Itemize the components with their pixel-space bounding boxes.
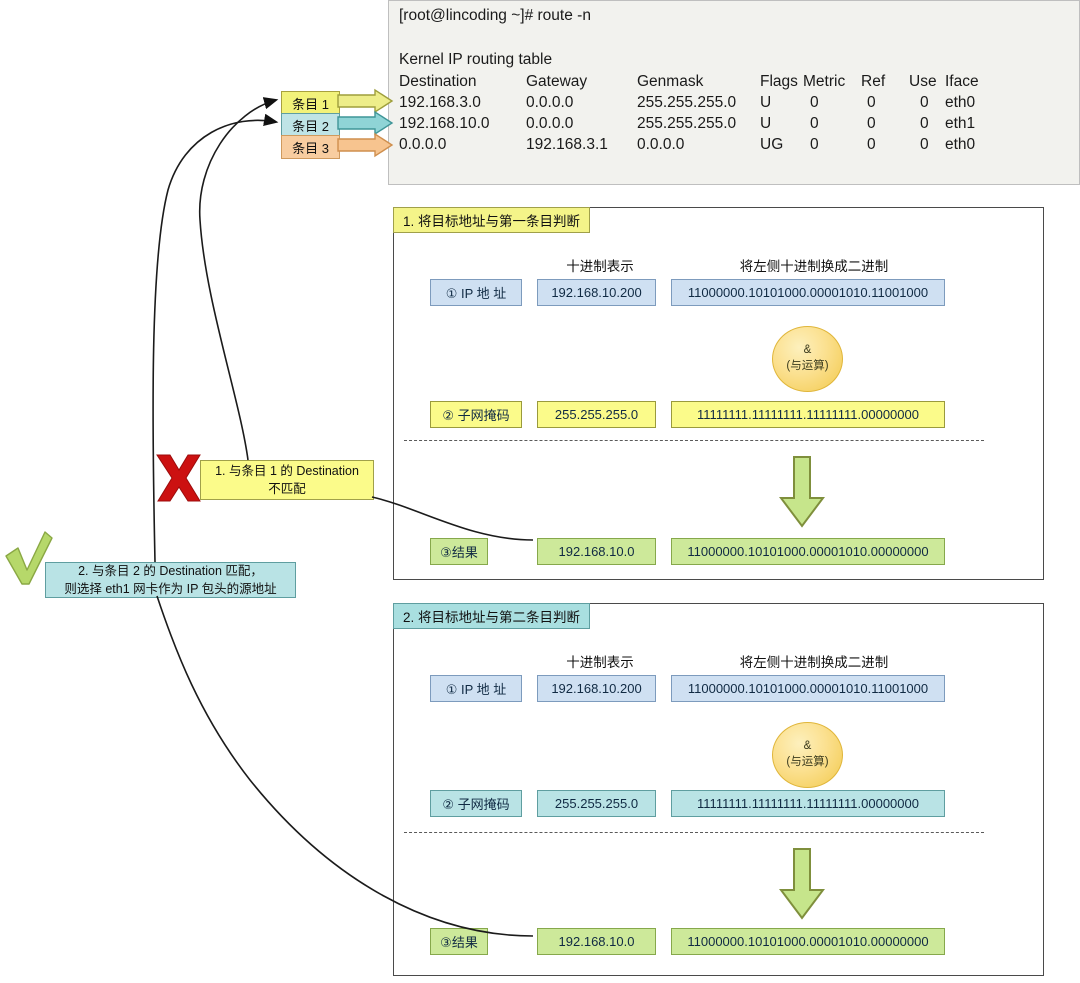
panel2-and-symbol: & [803,740,812,753]
cell-flags: U [760,115,772,132]
panel1-row2-binary: 11111111.11111111.11111111.00000000 [671,401,945,428]
route-entry-group: 条目 1 条目 2 条目 3 [281,91,340,159]
cell-use: 0 [920,136,929,153]
cell-gateway: 192.168.3.1 [526,136,608,153]
cell-iface: eth0 [945,136,976,153]
panel2-down-arrow [779,848,825,920]
cell-destination: 192.168.10.0 [399,115,490,132]
cell-metric: 0 [810,136,819,153]
panel2-row3-binary: 11000000.10101000.00001010.00000000 [671,928,945,955]
panel1-divider [404,440,984,441]
panel1-row3-decimal: 192.168.10.0 [537,538,656,565]
panel1-down-arrow [779,456,825,528]
panel1-col-binary-header: 将左侧十进制换成二进制 [739,259,889,274]
note-mismatch-line2: 不匹配 [268,482,306,496]
entry-arrow-1 [337,88,394,114]
cell-genmask: 255.255.255.0 [637,115,737,132]
panel-second-entry-check: 2. 将目标地址与第二条目判断 十进制表示 将左侧十进制换成二进制 ① IP 地… [393,603,1044,976]
col-ref: Ref [861,73,886,90]
col-iface: Iface [945,73,979,90]
table-row: 0.0.0.0 192.168.3.1 0.0.0.0 UG 0 0 0 eth… [399,136,1071,157]
table-row: 192.168.10.0 0.0.0.0 255.255.255.0 U 0 0… [399,115,1071,136]
cell-ref: 0 [867,136,876,153]
panel2-row2-label: ② 子网掩码 [430,790,522,817]
note-match-line2: 则选择 eth1 网卡作为 IP 包头的源地址 [64,582,277,596]
panel2-title: 2. 将目标地址与第二条目判断 [393,603,591,629]
cell-use: 0 [920,115,929,132]
panel1-row3-binary: 11000000.10101000.00001010.00000000 [671,538,945,565]
panel1-title: 1. 将目标地址与第一条目判断 [393,207,591,233]
note-mismatch-line1: 1. 与条目 1 的 Destination [215,463,359,478]
panel2-row2-decimal: 255.255.255.0 [537,790,656,817]
panel2-row1-label: ① IP 地 址 [430,675,522,702]
note-mismatch: 1. 与条目 1 的 Destination 不匹配 [200,460,374,500]
panel2-col-decimal-header: 十进制表示 [566,655,634,670]
cell-gateway: 0.0.0.0 [526,115,574,132]
cell-flags: UG [760,136,784,153]
panel2-row3-decimal: 192.168.10.0 [537,928,656,955]
cell-metric: 0 [810,94,819,111]
panel1-row2-decimal: 255.255.255.0 [537,401,656,428]
entry-arrow-2 [337,110,394,136]
curve-to-entry-1 [198,97,279,461]
terminal-window: [root@lincoding ~]# route -n Kernel IP r… [388,0,1080,185]
cell-ref: 0 [867,115,876,132]
col-use: Use [909,73,937,90]
col-genmask: Genmask [637,73,704,90]
panel1-row2-label: ② 子网掩码 [430,401,522,428]
route-entry-1[interactable]: 条目 1 [281,91,340,115]
col-gateway: Gateway [526,73,588,90]
cell-iface: eth0 [945,94,976,111]
cell-genmask: 0.0.0.0 [637,136,685,153]
cell-ref: 0 [867,94,876,111]
col-metric: Metric [803,73,846,90]
panel1-and-operator: & (与运算) [772,326,843,392]
col-destination: Destination [399,73,477,90]
panel1-row3-label: ③结果 [430,538,488,565]
terminal-prompt-line: [root@lincoding ~]# route -n [399,7,591,24]
cell-iface: eth1 [945,115,976,132]
panel2-and-operator: & (与运算) [772,722,843,788]
cell-flags: U [760,94,772,111]
panel2-col-binary-header: 将左侧十进制换成二进制 [739,655,889,670]
panel2-divider [404,832,984,833]
cross-icon [156,454,201,502]
panel1-row1-binary: 11000000.10101000.00001010.11001000 [671,279,945,306]
entry-arrow-3 [337,132,394,158]
cell-gateway: 0.0.0.0 [526,94,574,111]
cell-genmask: 255.255.255.0 [637,94,737,111]
panel2-row1-binary: 11000000.10101000.00001010.11001000 [671,675,945,702]
panel1-row1-decimal: 192.168.10.200 [537,279,656,306]
panel1-and-label: (与运算) [786,360,829,372]
panel1-row1-label: ① IP 地 址 [430,279,522,306]
route-entry-2[interactable]: 条目 2 [281,113,340,137]
panel2-and-label: (与运算) [786,756,829,768]
panel1-and-symbol: & [803,344,812,357]
panel2-row3-label: ③结果 [430,928,488,955]
note-match-line1: 2. 与条目 2 的 Destination 匹配， [78,563,263,578]
panel2-row2-binary: 11111111.11111111.11111111.00000000 [671,790,945,817]
panel1-col-decimal-header: 十进制表示 [566,259,634,274]
table-row: 192.168.3.0 0.0.0.0 255.255.255.0 U 0 0 … [399,94,1071,115]
col-flags: Flags [760,73,798,90]
cell-destination: 0.0.0.0 [399,136,447,153]
note-match: 2. 与条目 2 的 Destination 匹配， 则选择 eth1 网卡作为… [45,562,296,598]
panel2-row1-decimal: 192.168.10.200 [537,675,656,702]
terminal-caption: Kernel IP routing table [399,51,553,68]
cell-metric: 0 [810,115,819,132]
cell-use: 0 [920,94,929,111]
routing-table-header: Destination Gateway Genmask Flags Metric… [399,73,1071,94]
panel-first-entry-check: 1. 将目标地址与第一条目判断 十进制表示 将左侧十进制换成二进制 ① IP 地… [393,207,1044,580]
route-entry-3[interactable]: 条目 3 [281,135,340,159]
cell-destination: 192.168.3.0 [399,94,481,111]
